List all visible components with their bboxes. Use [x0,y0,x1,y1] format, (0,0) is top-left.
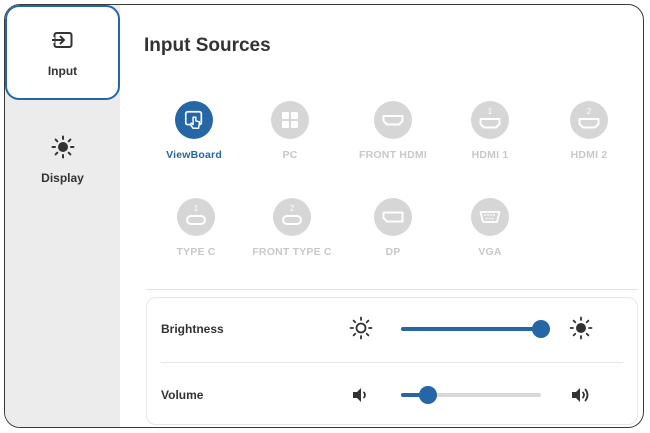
source-label: HDMI 2 [570,149,608,161]
input-icon [50,31,72,48]
source-label: FRONT HDMI [359,149,427,161]
source-label: TYPE C [176,246,216,258]
sidebar-item-input[interactable]: Input [5,5,120,100]
usb-c-icon: 1 [186,204,206,225]
brightness-icon [51,135,74,159]
usb-c-icon: 2 [282,204,302,225]
brightness-label: Brightness [161,322,224,336]
port-badge: 2 [587,107,592,116]
volume-high-icon[interactable] [569,383,593,407]
sidebar-item-label: Input [47,63,78,78]
source-icon-wrap [271,101,309,139]
source-icon-wrap [374,198,412,236]
hdmi-icon [382,115,404,126]
source-label: HDMI 1 [471,149,509,161]
source-icon-wrap [374,101,412,139]
hdmi-icon: 1 [479,107,501,129]
brightness-high-icon[interactable] [569,316,593,340]
source-icon-wrap [175,101,213,139]
source-viewboard[interactable]: ViewBoard [146,101,242,161]
source-label: FRONT TYPE C [252,246,332,258]
source-dp[interactable]: DP [345,198,441,258]
row-divider [161,362,623,363]
section-divider [146,289,638,290]
sidebar-item-display[interactable]: Display [5,115,120,205]
source-pc[interactable]: PC [242,101,338,161]
source-front-hdmi[interactable]: FRONT HDMI [345,101,441,161]
volume-slider-handle[interactable] [419,386,437,404]
brightness-slider-handle[interactable] [532,320,550,338]
sidebar-item-label: Display [41,171,84,185]
source-vga[interactable]: VGA [442,198,538,258]
source-label: DP [385,246,401,258]
port-badge: 1 [488,107,493,116]
source-hdmi-1[interactable]: 1 HDMI 1 [442,101,538,161]
source-type-c[interactable]: 1 TYPE C [148,198,244,258]
port-badge: 2 [290,204,295,213]
source-icon-wrap: 1 [177,198,215,236]
settings-window: Input Display Input Sources ViewBoard PC… [4,4,644,428]
source-icon-wrap [471,198,509,236]
source-label: PC [282,149,298,161]
volume-low-icon[interactable] [349,383,373,407]
brightness-slider[interactable] [401,320,550,338]
pc-icon [282,112,298,128]
viewboard-icon [184,110,203,129]
source-hdmi-2[interactable]: 2 HDMI 2 [541,101,637,161]
source-icon-wrap: 2 [273,198,311,236]
source-icon-wrap: 1 [471,101,509,139]
source-icon-wrap: 2 [570,101,608,139]
page-title: Input Sources [144,35,271,56]
displayport-icon [382,211,404,223]
brightness-slider-fill [401,327,541,331]
port-badge: 1 [194,204,199,213]
sidebar: Input Display [5,5,120,427]
source-label: VGA [478,246,502,258]
vga-icon [479,211,501,223]
source-label: ViewBoard [166,149,222,161]
main-panel: Input Sources ViewBoard PC FRONT HDMI 1 … [120,5,643,427]
hdmi-icon: 2 [578,107,600,129]
brightness-low-icon[interactable] [349,316,373,340]
source-front-type-c[interactable]: 2 FRONT TYPE C [244,198,340,258]
volume-slider[interactable] [401,386,541,404]
controls-panel: Brightness Volume [146,297,638,425]
volume-label: Volume [161,388,204,402]
